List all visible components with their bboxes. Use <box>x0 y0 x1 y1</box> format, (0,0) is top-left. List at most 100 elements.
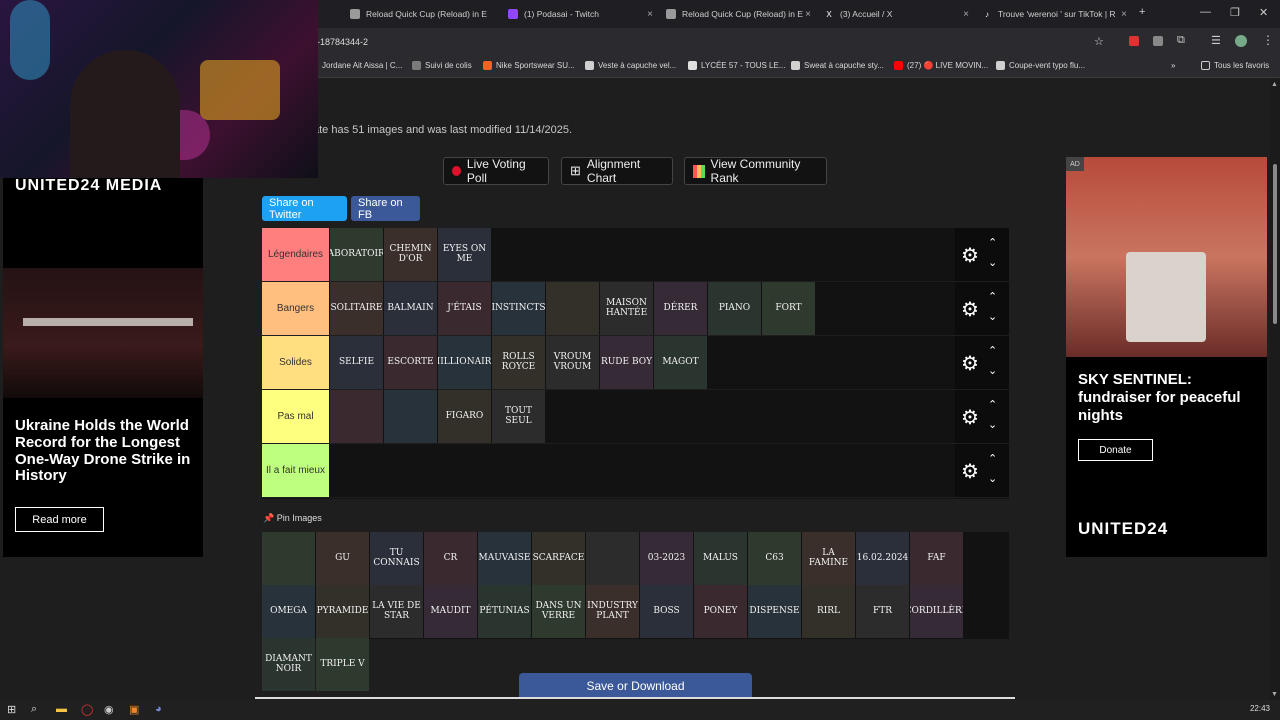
tier-item-image[interactable]: FORT <box>762 282 815 335</box>
move-up-icon[interactable]: ⌃ <box>988 344 997 357</box>
tier-item-image[interactable]: RUDE BOY <box>600 336 653 389</box>
pool-item-image[interactable]: PONEY <box>694 585 747 638</box>
pool-item-image[interactable]: C63 <box>748 532 801 585</box>
opera-icon[interactable]: ◯ <box>81 703 93 716</box>
close-tab-icon[interactable]: × <box>647 9 653 20</box>
pool-item-image[interactable]: LA VIE DE STAR <box>370 585 423 638</box>
tier-item-image[interactable]: MAISON HANTÉE <box>600 282 653 335</box>
bookmark[interactable]: LYCÉE 57 - TOUS LE... <box>688 61 785 70</box>
all-bookmarks[interactable]: Tous les favoris <box>1201 61 1269 70</box>
pool-item-image[interactable]: 16.02.2024 <box>856 532 909 585</box>
pool-item-image[interactable]: PÉTUNIAS <box>478 585 531 638</box>
tier-item-image[interactable]: BALMAIN <box>384 282 437 335</box>
pin-images-toggle[interactable]: 📌 Pin Images <box>263 513 322 524</box>
tier-item-image[interactable]: LABORATOIRE <box>330 228 383 281</box>
pool-item-image[interactable]: MAUVAISE <box>478 532 531 585</box>
pool-item-image[interactable]: OMEGA <box>262 585 315 638</box>
move-up-icon[interactable]: ⌃ <box>988 236 997 249</box>
pool-item-image[interactable]: GU <box>316 532 369 585</box>
share-fb-button[interactable]: Share on FB <box>351 196 420 221</box>
browser-tab[interactable]: Reload Quick Cup (Reload) in E × <box>666 4 811 24</box>
restore-icon[interactable]: ❐ <box>1230 6 1240 19</box>
pool-item-image[interactable]: LA FAMINE <box>802 532 855 585</box>
save-download-button[interactable]: Save or Download <box>519 673 752 698</box>
live-voting-poll-button[interactable]: Live Voting Poll <box>443 157 549 185</box>
browser-tab[interactable]: X (3) Accueil / X × <box>824 4 969 24</box>
tier-label[interactable]: Bangers <box>262 282 329 335</box>
gear-icon[interactable]: ⚙ <box>961 297 979 322</box>
tier-item-image[interactable]: MILLIONAIRE <box>438 336 491 389</box>
pool-item-image[interactable]: 03-2023 <box>640 532 693 585</box>
pool-item-image[interactable]: CORDILLÈRE <box>910 585 963 638</box>
puzzle-icon[interactable]: ⧉ <box>1177 34 1185 47</box>
pool-item-image[interactable]: MAUDIT <box>424 585 477 638</box>
pool-item-image[interactable]: TU CONNAIS <box>370 532 423 585</box>
move-up-icon[interactable]: ⌃ <box>988 398 997 411</box>
pool-item-image[interactable]: RIRL <box>802 585 855 638</box>
app-icon[interactable]: ▣ <box>129 703 139 716</box>
scroll-down-icon[interactable]: ▼ <box>1271 691 1278 698</box>
pool-item-image[interactable]: FTR <box>856 585 909 638</box>
read-more-button[interactable]: Read more <box>15 507 104 532</box>
tier-label[interactable]: Pas mal <box>262 390 329 443</box>
search-icon[interactable]: ⌕ <box>31 703 37 716</box>
move-up-icon[interactable]: ⌃ <box>988 290 997 303</box>
tier-item-image[interactable]: TOUT SEUL <box>492 390 545 443</box>
pool-item-image[interactable]: SCARFACE <box>532 532 585 585</box>
url-text[interactable]: i-18784344-2 <box>315 37 368 47</box>
browser-tab[interactable]: ♪ Trouve 'werenoi ' sur TikTok | R × <box>982 4 1127 24</box>
tier-item-image[interactable]: PIANO <box>708 282 761 335</box>
tier-item-image[interactable]: CHEMIN D'OR <box>384 228 437 281</box>
more-bookmarks-icon[interactable]: » <box>1171 61 1175 70</box>
move-down-icon[interactable]: ⌄ <box>988 256 997 269</box>
community-rank-button[interactable]: View Community Rank <box>684 157 827 185</box>
close-tab-icon[interactable]: × <box>963 9 969 20</box>
tier-label[interactable]: Légendaires <box>262 228 329 281</box>
pool-item-image[interactable] <box>262 532 315 585</box>
share-twitter-button[interactable]: Share on Twitter <box>262 196 347 221</box>
ad-left[interactable]: UNITED24 MEDIA Ukraine Holds the World R… <box>3 178 203 557</box>
tier-item-image[interactable]: SELFIE <box>330 336 383 389</box>
tier-item-image[interactable]: MAGOT <box>654 336 707 389</box>
gear-icon[interactable]: ⚙ <box>961 459 979 484</box>
minimize-icon[interactable]: — <box>1200 6 1211 18</box>
tier-item-image[interactable]: ESCORTE <box>384 336 437 389</box>
tier-item-image[interactable]: INSTINCTS <box>492 282 545 335</box>
close-tab-icon[interactable]: × <box>805 9 811 20</box>
discord-icon[interactable]: ◕ <box>155 703 162 715</box>
pool-item-image[interactable]: DIAMANT NOIR <box>262 638 315 691</box>
profile-avatar[interactable] <box>1235 35 1247 47</box>
tier-item-image[interactable]: J'ÉTAIS <box>438 282 491 335</box>
pool-item-image[interactable]: BOSS <box>640 585 693 638</box>
move-down-icon[interactable]: ⌄ <box>988 418 997 431</box>
tier-item-image[interactable]: EYES ON ME <box>438 228 491 281</box>
close-tab-icon[interactable]: × <box>1121 9 1127 20</box>
tier-item-image[interactable]: FIGARO <box>438 390 491 443</box>
scroll-thumb[interactable] <box>1273 164 1277 324</box>
pool-item-image[interactable]: DISPENSE <box>748 585 801 638</box>
move-down-icon[interactable]: ⌄ <box>988 310 997 323</box>
pool-item-image[interactable]: MALUS <box>694 532 747 585</box>
move-down-icon[interactable]: ⌄ <box>988 472 997 485</box>
gear-icon[interactable]: ⚙ <box>961 243 979 268</box>
chrome-icon[interactable]: ◉ <box>104 703 114 716</box>
pool-item-image[interactable]: TRIPLE V <box>316 638 369 691</box>
extension-icon[interactable] <box>1153 36 1163 46</box>
tier-item-image[interactable] <box>384 390 437 443</box>
browser-tab[interactable]: (1) Podasai - Twitch × <box>508 4 653 24</box>
bookmark[interactable]: Jordane Ait Aissa | C... <box>322 61 402 70</box>
file-explorer-icon[interactable]: ▬ <box>56 703 67 715</box>
gear-icon[interactable]: ⚙ <box>961 351 979 376</box>
pool-item-image[interactable]: CR <box>424 532 477 585</box>
tier-item-image[interactable] <box>330 390 383 443</box>
star-icon[interactable]: ☆ <box>1094 35 1104 48</box>
bookmark[interactable]: (27) 🔴 LIVE MOVIN... <box>894 61 988 70</box>
tier-item-image[interactable]: SOLITAIRE <box>330 282 383 335</box>
extension-icon[interactable] <box>1129 36 1139 46</box>
scroll-up-icon[interactable]: ▲ <box>1271 81 1278 88</box>
donate-button[interactable]: Donate <box>1078 439 1153 461</box>
windows-start-icon[interactable]: ⊞ <box>7 703 16 716</box>
bookmark[interactable]: Coupe-vent typo flu... <box>996 61 1085 70</box>
bookmark[interactable]: Sweat à capuche sty... <box>791 61 884 70</box>
alignment-chart-button[interactable]: ⊞ Alignment Chart <box>561 157 673 185</box>
